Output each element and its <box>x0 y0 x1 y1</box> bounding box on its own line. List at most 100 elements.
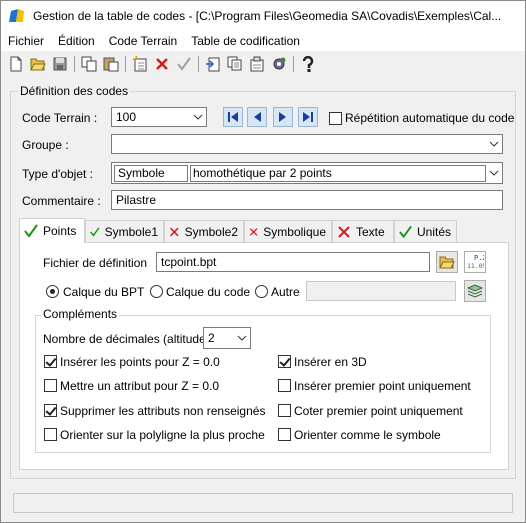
tab-points-label: Points <box>43 224 77 238</box>
decimales-label: Nombre de décimales (altitude) <box>43 332 210 346</box>
help-icon[interactable] <box>297 54 319 74</box>
check-icon <box>90 226 100 237</box>
radio-calque-bpt[interactable] <box>46 285 59 298</box>
toolbar-separator <box>125 56 126 72</box>
option-attribut-z0-label: Mettre un attribut pour Z = 0.0 <box>60 379 220 393</box>
tab-symbolique-label: Symbolique <box>263 224 326 239</box>
option-inserer-3d-checkbox[interactable] <box>278 355 291 368</box>
tab-symbole2-label: Symbole2 <box>184 224 238 239</box>
first-record-button[interactable] <box>223 107 243 127</box>
groupe-label: Groupe : <box>22 138 69 152</box>
settings-icon[interactable] <box>268 54 290 74</box>
radio-autre-label: Autre <box>271 285 300 299</box>
option-coter-premier-checkbox[interactable] <box>278 404 291 417</box>
save-icon[interactable] <box>49 54 71 74</box>
toolbar-separator <box>293 56 294 72</box>
menu-bar: Fichier Édition Code Terrain Table de co… <box>1 31 525 51</box>
option-attribut-z0-checkbox[interactable] <box>44 379 57 392</box>
tab-symbole1[interactable]: Symbole1 <box>85 220 164 242</box>
fichier-value: tcpoint.bpt <box>161 255 217 269</box>
open-icon[interactable] <box>27 54 49 74</box>
option-supprimer-attributs-label: Supprimer les attributs non renseignés <box>60 404 266 418</box>
option-inserer-3d-label: Insérer en 3D <box>294 355 367 369</box>
tab-symbole1-label: Symbole1 <box>104 224 158 239</box>
commentaire-field[interactable]: Pilastre <box>111 190 503 210</box>
menu-table-codification[interactable]: Table de codification <box>184 34 307 48</box>
tab-texte[interactable]: Texte <box>332 220 394 242</box>
status-bar <box>13 493 513 513</box>
layers-icon <box>467 284 483 298</box>
type-objet-value: Symbole <box>114 164 188 182</box>
commentaire-label: Commentaire : <box>22 194 101 208</box>
decimales-value: 2 <box>208 331 215 345</box>
option-orienter-symbole-label: Orienter comme le symbole <box>294 428 441 442</box>
duplicate-icon[interactable] <box>224 54 246 74</box>
code-terrain-value: 100 <box>116 110 137 124</box>
first-icon <box>228 112 238 122</box>
folder-open-icon <box>439 256 455 269</box>
svg-text:11.05: 11.05 <box>467 262 484 270</box>
tab-points[interactable]: Points <box>19 218 85 243</box>
tab-symbolique[interactable]: Symbolique <box>244 220 332 242</box>
delete-icon[interactable] <box>151 54 173 74</box>
decimales-combo[interactable]: 2 <box>203 327 251 349</box>
code-terrain-combo[interactable]: 100 <box>111 107 207 127</box>
radio-calque-code-label: Calque du code <box>166 285 251 299</box>
option-supprimer-attributs-checkbox[interactable] <box>44 404 57 417</box>
svg-text:P.2: P.2 <box>474 254 484 262</box>
tab-symbole2[interactable]: Symbole2 <box>164 220 244 242</box>
commentaire-value: Pilastre <box>116 193 157 207</box>
tab-unites[interactable]: Unités <box>394 220 457 242</box>
fichier-label: Fichier de définition <box>43 256 148 270</box>
groupe-combo[interactable] <box>111 134 503 154</box>
previous-record-button[interactable] <box>247 107 267 127</box>
validate-icon[interactable] <box>173 54 195 74</box>
option-orienter-polyligne-label: Orienter sur la polyligne la plus proche <box>60 428 265 442</box>
option-premier-point-label: Insérer premier point uniquement <box>294 379 471 393</box>
new-icon[interactable] <box>5 54 27 74</box>
paste-icon[interactable] <box>100 54 122 74</box>
point-definition-button[interactable]: P.2 11.05 <box>464 251 486 273</box>
radio-calque-bpt-label: Calque du BPT <box>63 285 145 299</box>
repetition-checkbox[interactable] <box>329 112 342 125</box>
check-icon <box>24 224 38 238</box>
main-window: Gestion de la table de codes - [C:\Progr… <box>0 0 526 523</box>
autre-field[interactable] <box>306 281 456 301</box>
option-premier-point-checkbox[interactable] <box>278 379 291 392</box>
import-icon[interactable] <box>202 54 224 74</box>
option-orienter-symbole-checkbox[interactable] <box>278 428 291 441</box>
add-row-icon[interactable] <box>129 54 151 74</box>
tab-unites-label: Unités <box>416 224 451 239</box>
previous-icon <box>254 112 261 122</box>
option-inserer-z0-checkbox[interactable] <box>44 355 57 368</box>
menu-edition[interactable]: Édition <box>51 34 102 48</box>
chevron-down-icon <box>489 141 499 147</box>
window-title: Gestion de la table de codes - [C:\Progr… <box>33 9 502 23</box>
tab-texte-label: Texte <box>356 224 385 239</box>
menu-fichier[interactable]: Fichier <box>1 34 51 48</box>
last-record-button[interactable] <box>298 107 318 127</box>
point-label-icon: P.2 11.05 <box>467 254 484 270</box>
cross-icon <box>338 225 350 238</box>
app-icon <box>9 8 25 24</box>
code-terrain-label: Code Terrain : <box>22 111 98 125</box>
toolbar-separator <box>74 56 75 72</box>
type-objet-detail: homothétique par 2 points <box>190 164 486 182</box>
fichier-field[interactable]: tcpoint.bpt <box>156 252 430 272</box>
option-orienter-polyligne-checkbox[interactable] <box>44 428 57 441</box>
type-objet-label: Type d'objet : <box>22 167 94 181</box>
cross-icon <box>249 227 258 236</box>
menu-code-terrain[interactable]: Code Terrain <box>102 34 184 48</box>
last-icon <box>303 112 313 122</box>
option-coter-premier-label: Coter premier point uniquement <box>294 404 463 418</box>
properties-icon[interactable] <box>246 54 268 74</box>
browse-file-button[interactable] <box>436 251 458 273</box>
next-record-button[interactable] <box>273 107 293 127</box>
type-objet-combo[interactable]: Symbole homothétique par 2 points <box>111 162 503 184</box>
copy-icon[interactable] <box>78 54 100 74</box>
radio-calque-code[interactable] <box>150 285 163 298</box>
layer-picker-button[interactable] <box>464 280 486 302</box>
radio-autre[interactable] <box>255 285 268 298</box>
title-bar: Gestion de la table de codes - [C:\Progr… <box>1 1 525 31</box>
cross-icon <box>169 227 179 236</box>
